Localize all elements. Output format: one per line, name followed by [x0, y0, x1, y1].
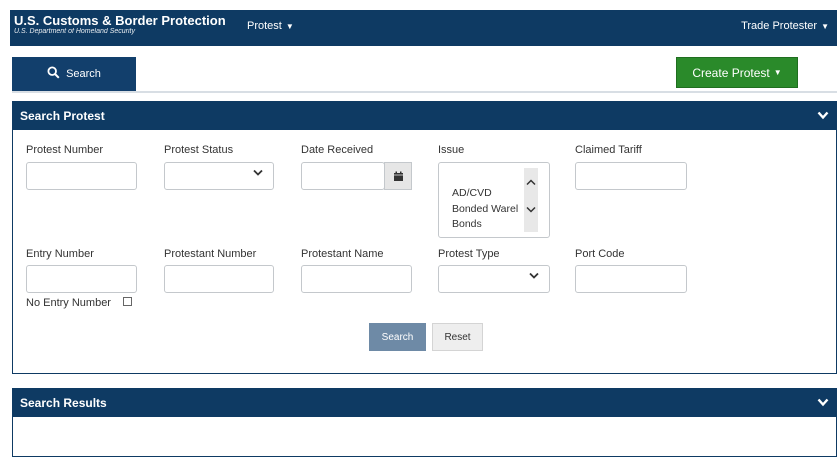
protest-number-label: Protest Number: [26, 144, 104, 156]
user-menu[interactable]: Trade Protester ▼: [741, 20, 829, 32]
nav-protest-menu[interactable]: Protest ▼: [247, 20, 294, 32]
calendar-icon[interactable]: [384, 162, 412, 190]
search-results-panel: Search Results: [12, 388, 837, 457]
create-protest-button[interactable]: Create Protest ▼: [676, 57, 798, 88]
create-protest-label: Create Protest: [692, 65, 770, 80]
chevron-up-icon[interactable]: [526, 178, 536, 188]
entry-number-input[interactable]: [26, 265, 137, 293]
search-results-header[interactable]: Search Results: [13, 389, 836, 417]
protestant-number-input[interactable]: [164, 265, 274, 293]
protest-status-select[interactable]: [164, 162, 274, 190]
user-menu-label: Trade Protester: [741, 20, 818, 32]
claimed-tariff-input[interactable]: [575, 162, 687, 190]
search-button[interactable]: Search: [369, 323, 426, 351]
port-code-label: Port Code: [575, 248, 625, 260]
no-entry-number-checkbox[interactable]: [123, 297, 132, 306]
entry-number-label: Entry Number: [26, 248, 94, 260]
protestant-name-input[interactable]: [301, 265, 412, 293]
issue-label: Issue: [438, 144, 465, 156]
protest-type-select[interactable]: [438, 265, 550, 293]
brand-subtitle: U.S. Department of Homeland Security: [14, 28, 135, 35]
port-code-input[interactable]: [575, 265, 687, 293]
tab-search-label: Search: [66, 68, 101, 80]
panel-title: Search Protest: [20, 109, 105, 123]
caret-down-icon: ▼: [285, 22, 294, 31]
claimed-tariff-label: Claimed Tariff: [575, 144, 642, 156]
brand-title[interactable]: U.S. Customs & Border Protection: [14, 13, 226, 28]
chevron-down-icon: [529, 272, 539, 283]
date-received-label: Date Received: [301, 144, 374, 156]
issue-option[interactable]: AD/CVD: [452, 187, 492, 199]
reset-button[interactable]: Reset: [432, 323, 483, 351]
caret-down-icon: ▼: [773, 68, 782, 77]
chevron-down-icon[interactable]: [817, 395, 829, 410]
protest-number-input[interactable]: [26, 162, 137, 190]
protest-status-label: Protest Status: [164, 144, 234, 156]
no-entry-number-label: No Entry Number: [26, 297, 111, 309]
protestant-name-label: Protestant Name: [301, 248, 384, 260]
protestant-number-label: Protestant Number: [164, 248, 257, 260]
issue-option[interactable]: Bonds: [452, 218, 482, 230]
issue-option[interactable]: Bonded Warel: [452, 203, 518, 215]
chevron-down-icon[interactable]: [526, 205, 536, 215]
caret-down-icon: ▼: [821, 22, 829, 31]
search-icon: [47, 66, 60, 82]
chevron-down-icon: [253, 169, 263, 180]
tab-divider: [12, 91, 837, 93]
chevron-down-icon[interactable]: [817, 108, 829, 123]
top-navbar: U.S. Customs & Border Protection U.S. De…: [10, 10, 837, 46]
protest-type-label: Protest Type: [438, 248, 500, 260]
nav-protest-label: Protest: [247, 20, 282, 32]
panel-title: Search Results: [20, 396, 107, 410]
tab-search[interactable]: Search: [12, 57, 136, 91]
search-protest-header[interactable]: Search Protest: [13, 102, 836, 130]
date-received-input[interactable]: [301, 162, 385, 190]
